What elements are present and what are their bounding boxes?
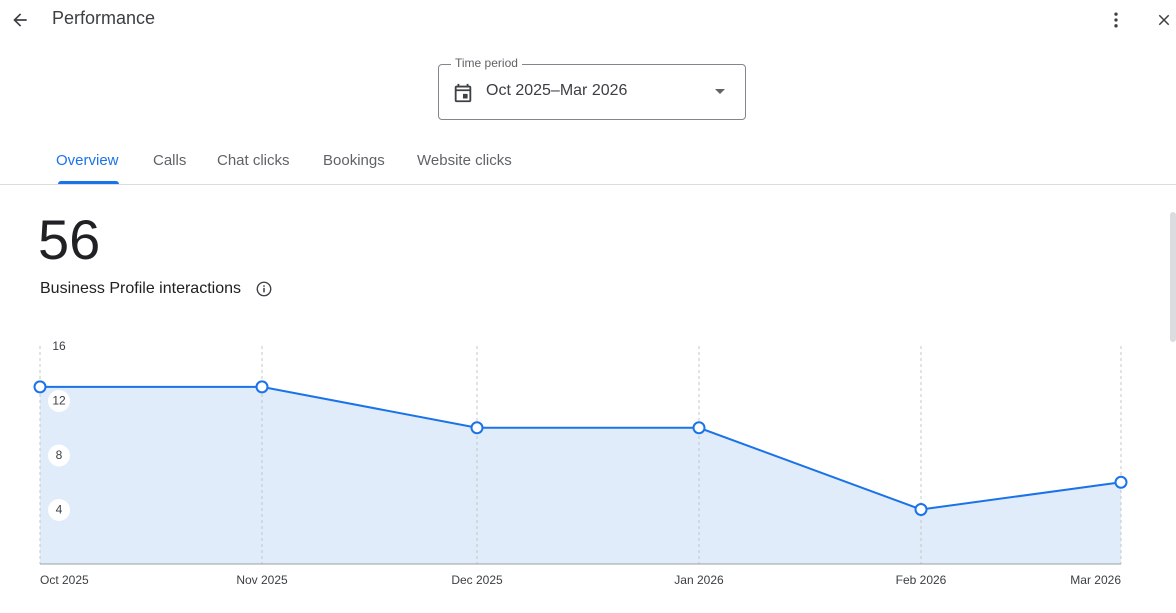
- more-vert-icon: [1114, 12, 1118, 28]
- data-point: [914, 503, 928, 516]
- y-tick-label: 12: [52, 394, 66, 408]
- interactions-chart: 16 12 8 4 Oct 2025 Nov 2025 Dec 2025 Jan 2026 Fe…: [33, 339, 1128, 587]
- back-button[interactable]: [4, 4, 36, 36]
- x-tick-label: Dec 2025: [451, 573, 503, 587]
- top-bar: Performance: [0, 0, 1176, 40]
- x-tick-label: Jan 2026: [674, 573, 724, 587]
- x-tick-label: Feb 2026: [896, 573, 947, 587]
- metric-value: 56: [38, 208, 101, 271]
- y-tick-label: 4: [56, 503, 63, 517]
- arrow-back-icon: [13, 13, 27, 27]
- close-button[interactable]: [1148, 4, 1176, 36]
- calendar-icon: [454, 83, 472, 103]
- page-title: Performance: [52, 8, 156, 28]
- data-point: [33, 380, 47, 394]
- y-tick-label: 8: [56, 448, 63, 462]
- time-period-select[interactable]: Time period Oct 2025–Mar 2026: [438, 56, 746, 120]
- tab-chat-clicks[interactable]: Chat clicks: [217, 152, 290, 169]
- scrollbar[interactable]: [1170, 212, 1176, 342]
- tab-bookings[interactable]: Bookings: [323, 152, 385, 169]
- info-icon[interactable]: [255, 280, 273, 298]
- tab-calls[interactable]: Calls: [153, 152, 186, 169]
- more-options-button[interactable]: [1100, 4, 1132, 36]
- tab-bar: Overview Calls Chat clicks Bookings Webs…: [0, 140, 1176, 185]
- chevron-down-icon: [715, 89, 725, 94]
- tab-overview[interactable]: Overview: [56, 152, 119, 169]
- time-period-label: Time period: [451, 56, 522, 70]
- time-period-value: Oct 2025–Mar 2026: [486, 82, 628, 99]
- data-point: [255, 380, 269, 394]
- x-tick-label: Oct 2025: [40, 573, 89, 587]
- data-point: [470, 421, 484, 435]
- data-point: [692, 421, 706, 435]
- series-area: [40, 386, 1121, 564]
- x-tick-label: Nov 2025: [236, 573, 288, 587]
- metric-label: Business Profile interactions: [40, 280, 241, 297]
- x-tick-label: Mar 2026: [1070, 573, 1121, 587]
- data-point: [1114, 475, 1128, 489]
- active-tab-indicator: [58, 181, 119, 184]
- close-icon: [1158, 14, 1170, 26]
- y-tick-label: 16: [52, 339, 66, 353]
- tab-website-clicks[interactable]: Website clicks: [417, 152, 512, 169]
